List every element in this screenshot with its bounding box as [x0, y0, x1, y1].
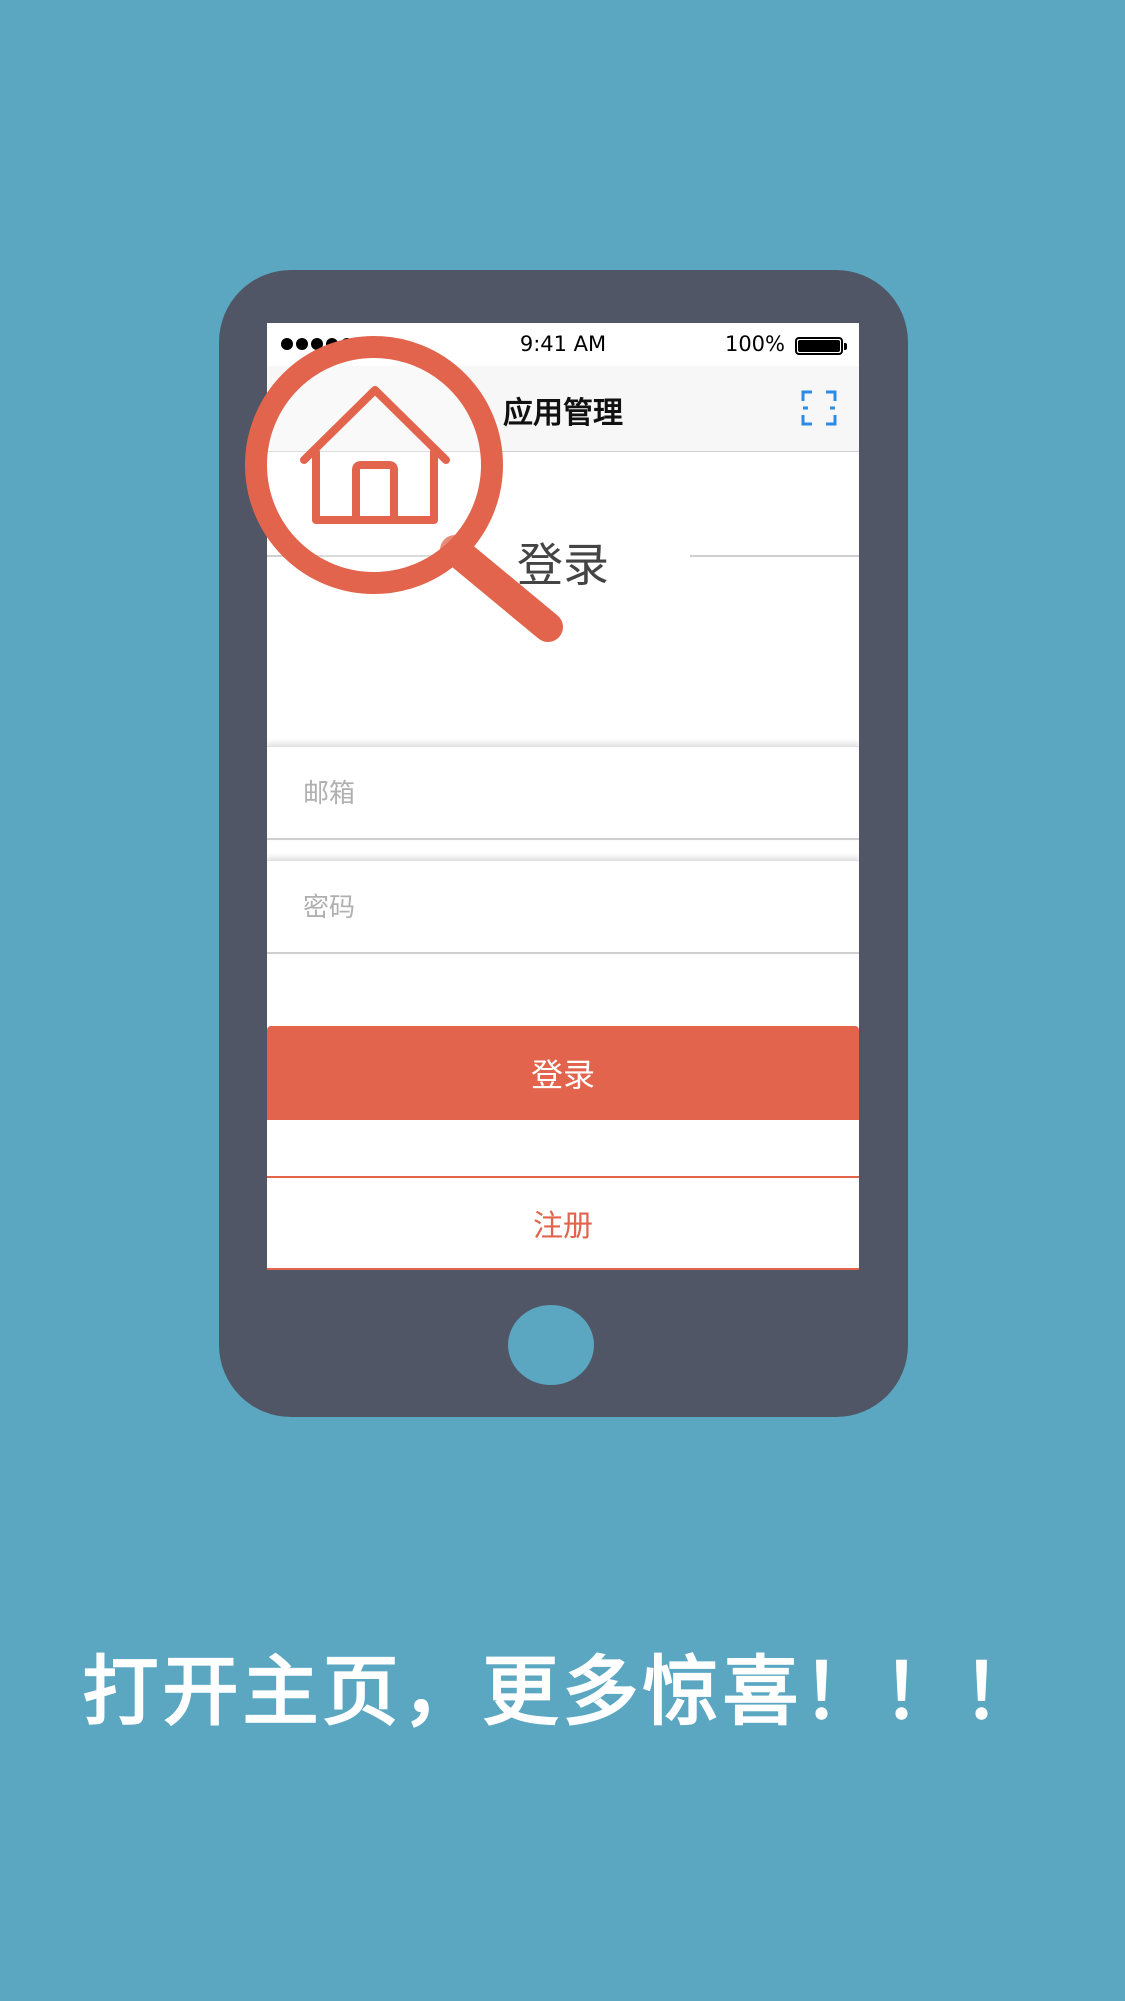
- register-button[interactable]: 注册: [267, 1176, 859, 1270]
- tagline: 打开主页，更多惊喜！！！: [82, 1647, 1043, 1736]
- scan-button[interactable]: [801, 390, 837, 426]
- home-button[interactable]: [508, 1305, 594, 1385]
- login-button[interactable]: 登录: [267, 1026, 859, 1120]
- home-magnifier-icon: [245, 336, 563, 642]
- email-field-container: [267, 746, 859, 841]
- scan-icon: [801, 390, 837, 426]
- password-field[interactable]: [301, 861, 825, 955]
- battery-percent: 100%: [724, 332, 785, 356]
- password-field-container: [267, 860, 859, 955]
- email-field[interactable]: [301, 747, 825, 841]
- battery-icon: [795, 337, 847, 355]
- heading-divider-right: [690, 555, 859, 557]
